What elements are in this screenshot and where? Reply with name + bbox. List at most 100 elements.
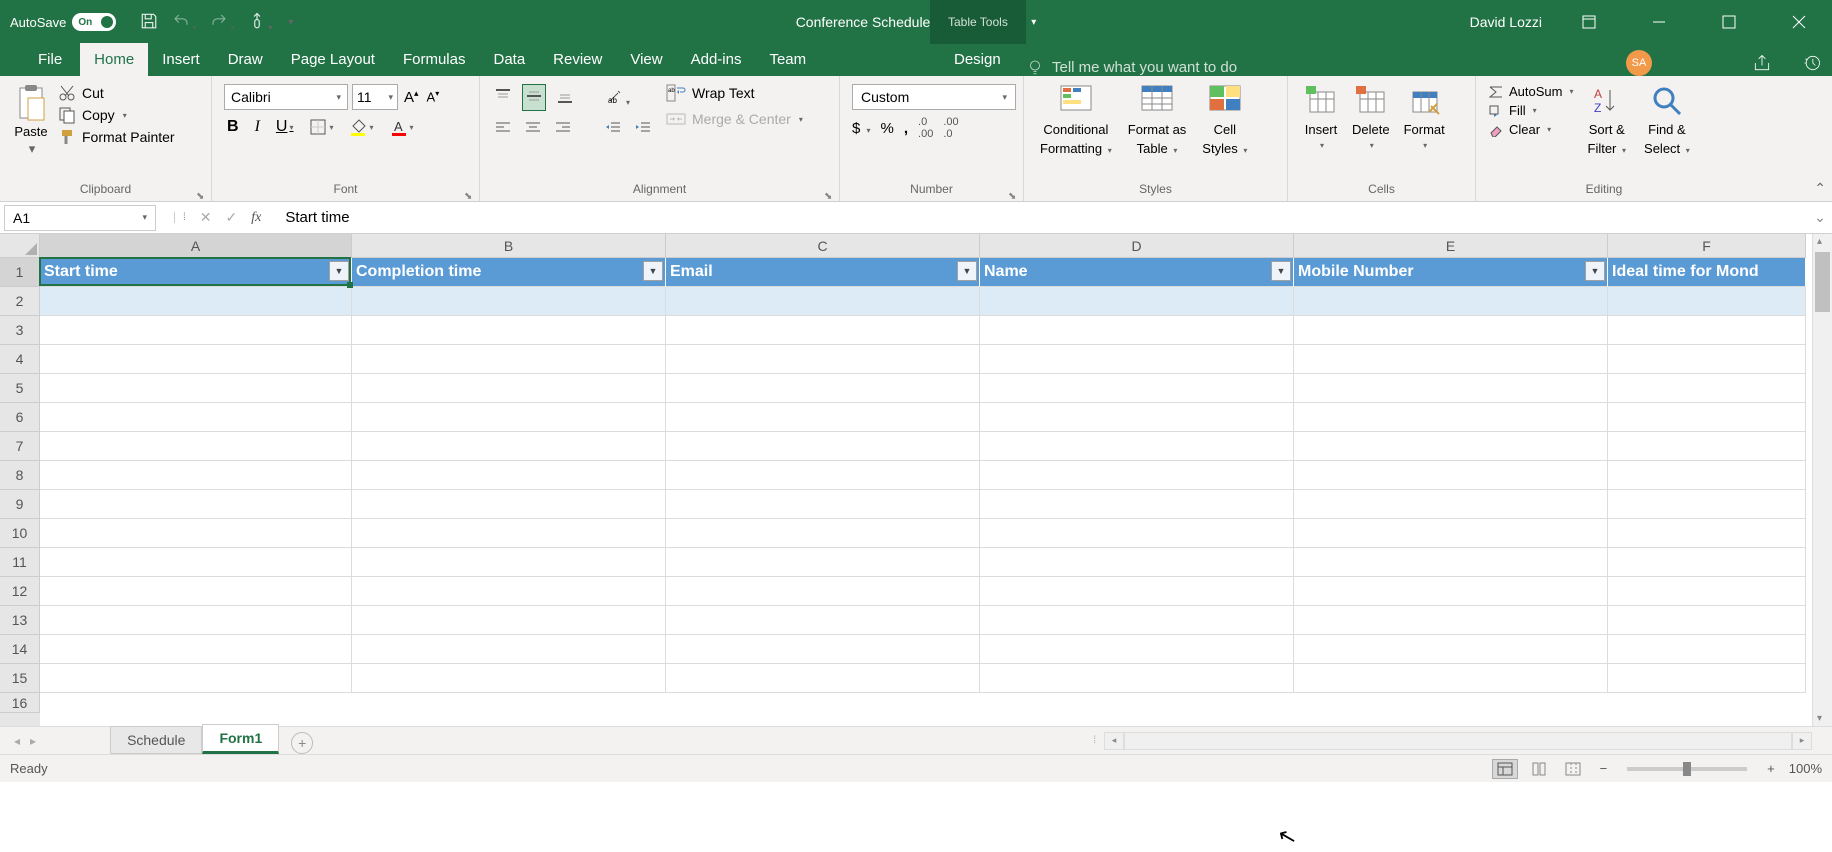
cell[interactable]: [1608, 374, 1806, 403]
cell[interactable]: [1608, 606, 1806, 635]
number-format-select[interactable]: Custom▾: [852, 84, 1016, 110]
tab-page-layout[interactable]: Page Layout: [277, 43, 389, 76]
tab-formulas[interactable]: Formulas: [389, 43, 480, 76]
prev-sheet-icon[interactable]: ◂: [14, 734, 20, 748]
zoom-out-button[interactable]: −: [1594, 761, 1614, 776]
add-sheet-button[interactable]: +: [291, 732, 313, 754]
zoom-slider[interactable]: [1627, 767, 1747, 771]
col-header-d[interactable]: D: [980, 234, 1294, 258]
cancel-formula-icon[interactable]: ✕: [200, 209, 212, 226]
vertical-scrollbar[interactable]: [1812, 234, 1832, 726]
cell[interactable]: [40, 664, 352, 693]
horizontal-scrollbar[interactable]: [1124, 732, 1792, 750]
cell[interactable]: [40, 606, 352, 635]
fill-button[interactable]: Fill ▾: [1488, 103, 1574, 118]
cell[interactable]: [1294, 316, 1608, 345]
cell-styles-button[interactable]: Cell Styles ▾: [1198, 84, 1251, 158]
paste-button[interactable]: Paste ▾: [8, 80, 54, 161]
tab-data[interactable]: Data: [479, 43, 539, 76]
row-header[interactable]: 1: [0, 258, 40, 287]
tell-me-search[interactable]: Tell me what you want to do: [1026, 58, 1237, 76]
align-right-button[interactable]: [552, 117, 574, 142]
font-name-select[interactable]: Calibri▾: [224, 84, 348, 110]
alignment-dialog-launcher[interactable]: [824, 186, 836, 198]
normal-view-button[interactable]: [1492, 759, 1518, 779]
cell[interactable]: [980, 606, 1294, 635]
ribbon-display-icon[interactable]: [1566, 0, 1612, 44]
fill-color-button[interactable]: ▾: [346, 116, 376, 138]
cell[interactable]: [1608, 403, 1806, 432]
find-select-button[interactable]: Find & Select ▾: [1640, 84, 1694, 158]
cell[interactable]: [666, 519, 980, 548]
cell[interactable]: [40, 490, 352, 519]
decrease-decimal-button[interactable]: .00.0: [943, 116, 958, 140]
sort-filter-button[interactable]: AZ Sort & Filter ▾: [1584, 84, 1631, 158]
row-header[interactable]: 16: [0, 693, 40, 713]
cell[interactable]: [40, 548, 352, 577]
cell[interactable]: [666, 316, 980, 345]
tab-view[interactable]: View: [616, 43, 676, 76]
cell[interactable]: [1608, 490, 1806, 519]
cell[interactable]: [980, 664, 1294, 693]
cells-area[interactable]: Start time▼ Completion time▼ Email▼ Name…: [40, 258, 1806, 726]
filter-icon[interactable]: ▼: [957, 261, 977, 281]
expand-formula-bar-icon[interactable]: ⌄: [1808, 209, 1832, 226]
cell[interactable]: [666, 635, 980, 664]
cell[interactable]: [1608, 345, 1806, 374]
cell[interactable]: [666, 403, 980, 432]
cell[interactable]: [980, 316, 1294, 345]
cell[interactable]: [352, 461, 666, 490]
cell[interactable]: [1294, 519, 1608, 548]
cell[interactable]: [1294, 664, 1608, 693]
cell[interactable]: [1294, 548, 1608, 577]
cell[interactable]: [1608, 577, 1806, 606]
tab-file[interactable]: File: [20, 43, 80, 76]
maximize-icon[interactable]: [1706, 0, 1752, 44]
cell[interactable]: [352, 519, 666, 548]
cell[interactable]: [980, 490, 1294, 519]
cell[interactable]: [40, 316, 352, 345]
cell[interactable]: [1294, 432, 1608, 461]
row-header[interactable]: 9: [0, 490, 40, 519]
cell[interactable]: [352, 432, 666, 461]
cell[interactable]: [40, 374, 352, 403]
qat-customize-icon[interactable]: ▾: [288, 17, 293, 28]
next-sheet-icon[interactable]: ▸: [30, 734, 36, 748]
cell[interactable]: [666, 374, 980, 403]
percent-format-button[interactable]: %: [881, 120, 894, 137]
undo-icon[interactable]: ▾: [172, 12, 196, 33]
cell[interactable]: [1608, 432, 1806, 461]
cell[interactable]: [666, 548, 980, 577]
align-center-button[interactable]: [522, 117, 544, 142]
merge-center-button[interactable]: Merge & Center▾: [666, 110, 803, 128]
name-box-dropdown[interactable]: ⁞: [174, 212, 186, 223]
increase-font-icon[interactable]: A▴: [402, 88, 421, 106]
scroll-right-icon[interactable]: ▸: [1792, 732, 1812, 750]
cell[interactable]: [352, 548, 666, 577]
tab-design[interactable]: Design: [940, 43, 1015, 76]
tab-home[interactable]: Home: [80, 43, 148, 76]
autosave-toggle[interactable]: AutoSave On: [0, 13, 126, 31]
cell[interactable]: [40, 432, 352, 461]
share-icon[interactable]: [1752, 53, 1772, 76]
cell[interactable]: [666, 490, 980, 519]
cell[interactable]: [666, 606, 980, 635]
cell[interactable]: [40, 345, 352, 374]
cell[interactable]: [40, 577, 352, 606]
cell[interactable]: [1608, 635, 1806, 664]
tab-team[interactable]: Team: [755, 43, 820, 76]
cell[interactable]: [980, 287, 1294, 316]
cell[interactable]: [980, 345, 1294, 374]
align-left-button[interactable]: [492, 117, 514, 142]
table-tools-tab[interactable]: Table Tools: [930, 0, 1026, 44]
sheet-nav[interactable]: ◂▸: [0, 734, 50, 748]
toggle-switch[interactable]: On: [72, 13, 116, 31]
italic-button[interactable]: I: [252, 116, 263, 138]
cell[interactable]: [1294, 490, 1608, 519]
tab-review[interactable]: Review: [539, 43, 616, 76]
row-header[interactable]: 15: [0, 664, 40, 693]
row-header[interactable]: 6: [0, 403, 40, 432]
row-header[interactable]: 3: [0, 316, 40, 345]
scroll-left-icon[interactable]: ◂: [1104, 732, 1124, 750]
copy-button[interactable]: Copy▾: [58, 106, 175, 124]
